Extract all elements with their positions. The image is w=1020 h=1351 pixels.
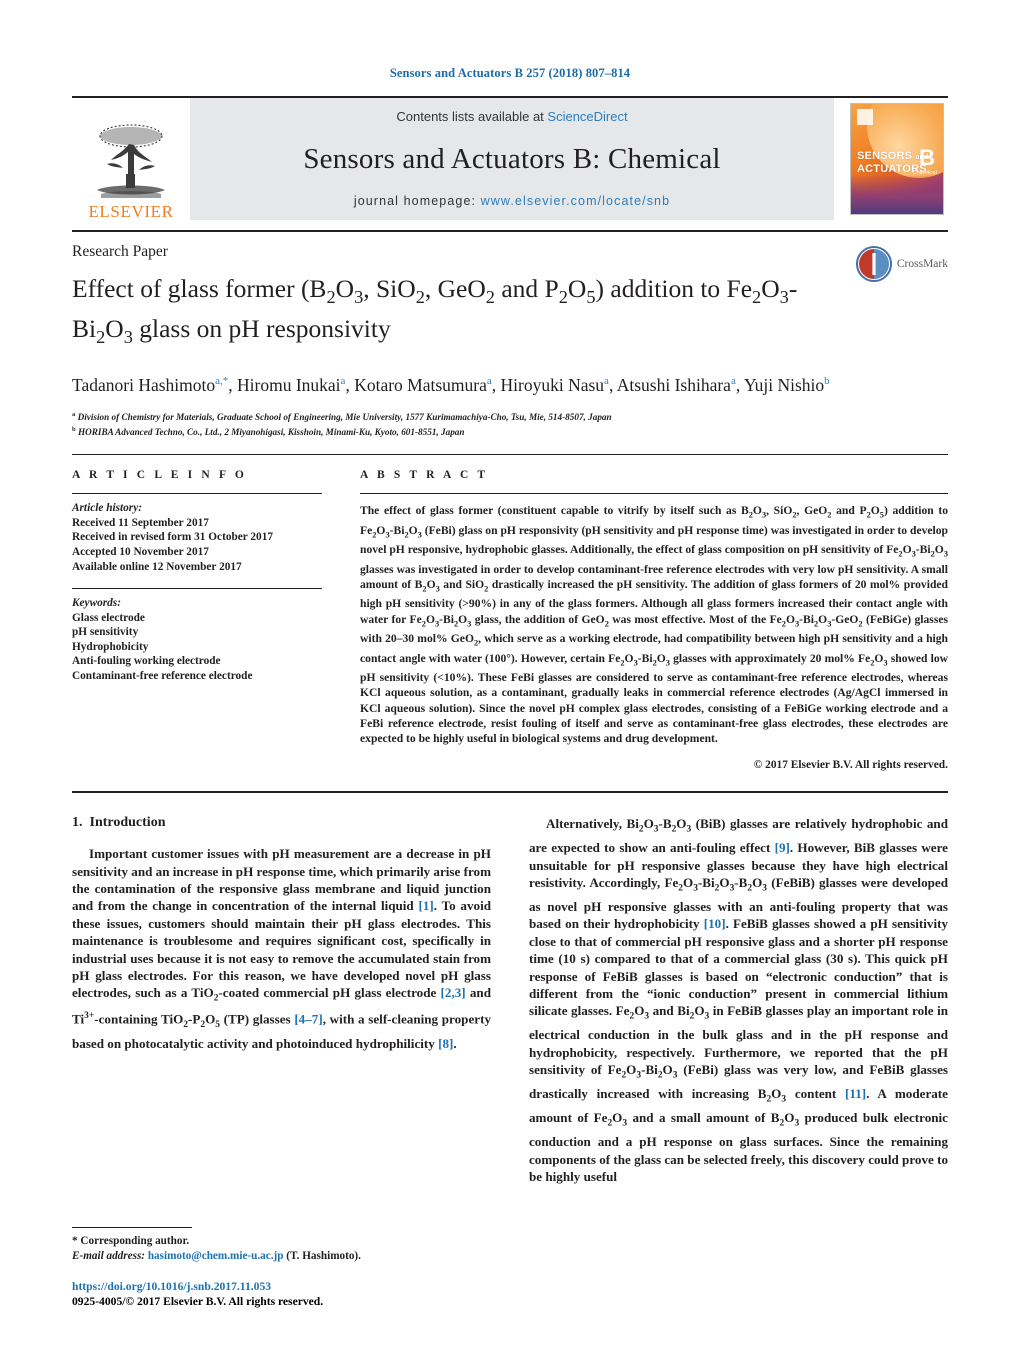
abstract-column: A B S T R A C T The effect of glass form… bbox=[360, 469, 948, 771]
journal-cover-image: SENSORS and ACTUATORS B Chemical bbox=[850, 103, 944, 215]
page-title: Effect of glass former (B2O3, SiO2, GeO2… bbox=[72, 274, 798, 348]
email-link[interactable]: hasimoto@chem.mie-u.ac.jp bbox=[148, 1250, 284, 1262]
footnote-text: * Corresponding author. E-mail address: … bbox=[72, 1234, 491, 1263]
intro-paragraph-2: Alternatively, Bi2O3-B2O3 (BiB) glasses … bbox=[529, 816, 949, 1185]
author-list: Tadanori Hashimotoa,*, Hiromu Inukaia, K… bbox=[72, 375, 830, 396]
affiliation-a-text: Division of Chemistry for Materials, Gra… bbox=[77, 412, 612, 423]
issn-copyright-line: 0925-4005/© 2017 Elsevier B.V. All right… bbox=[72, 1295, 324, 1308]
journal-homepage-line: journal homepage: www.elsevier.com/locat… bbox=[354, 194, 670, 208]
journal-title: Sensors and Actuators B: Chemical bbox=[303, 142, 721, 175]
journal-cover-thumbnail: SENSORS and ACTUATORS B Chemical bbox=[846, 98, 948, 220]
section-title: Introduction bbox=[89, 815, 166, 831]
body-separator-rule bbox=[72, 791, 948, 794]
section-number: 1. bbox=[72, 815, 83, 831]
corresponding-author-line: * Corresponding author. bbox=[72, 1235, 190, 1247]
article-header: CrossMark Research Paper Effect of glass… bbox=[72, 230, 948, 438]
keyword-4: Contaminant-free reference electrode bbox=[72, 670, 253, 683]
affiliation-list: a Division of Chemistry for Materials, G… bbox=[72, 409, 948, 438]
affiliation-b: b HORIBA Advanced Techno, Co., Ltd., 2 M… bbox=[72, 425, 465, 437]
article-history-block: Article history: Received 11 September 2… bbox=[72, 494, 322, 574]
contents-lists-line: Contents lists available at ScienceDirec… bbox=[396, 109, 627, 124]
email-line: E-mail address: hasimoto@chem.mie-u.ac.j… bbox=[72, 1249, 491, 1264]
info-abstract-band: A R T I C L E I N F O Article history: R… bbox=[72, 454, 948, 771]
footer-doi-block: https://doi.org/10.1016/j.snb.2017.11.05… bbox=[72, 1279, 323, 1309]
article-history-label: Article history: bbox=[72, 502, 142, 515]
homepage-prefix: journal homepage: bbox=[353, 194, 481, 208]
citation-9[interactable]: [9] bbox=[775, 840, 790, 855]
affiliation-a: a Division of Chemistry for Materials, G… bbox=[72, 411, 612, 423]
doi-link[interactable]: https://doi.org/10.1016/j.snb.2017.11.05… bbox=[72, 1279, 323, 1294]
history-item-0: Received 11 September 2017 bbox=[72, 516, 209, 529]
masthead-center: Contents lists available at ScienceDirec… bbox=[190, 98, 834, 220]
contents-prefix: Contents lists available at bbox=[396, 109, 548, 124]
crossmark-badge[interactable]: CrossMark bbox=[855, 246, 948, 282]
body-column-right: Alternatively, Bi2O3-B2O3 (BiB) glasses … bbox=[529, 815, 948, 1185]
keywords-label: Keywords: bbox=[72, 597, 121, 610]
citation-1[interactable]: [1] bbox=[418, 898, 433, 913]
keyword-0: Glass electrode bbox=[72, 611, 145, 624]
body-columns: 1. Introduction Important customer issues… bbox=[72, 815, 948, 1185]
abstract-text: The effect of glass former (constituent … bbox=[360, 504, 949, 745]
body-column-left: 1. Introduction Important customer issues… bbox=[72, 815, 491, 1185]
history-item-2: Accepted 10 November 2017 bbox=[72, 545, 209, 558]
article-info-heading: A R T I C L E I N F O bbox=[72, 469, 247, 482]
cover-elsevier-icon bbox=[857, 109, 873, 125]
citation-11[interactable]: [11] bbox=[845, 1086, 866, 1101]
cover-bottom-gradient bbox=[851, 176, 943, 214]
corresponding-author-footnote: * Corresponding author. E-mail address: … bbox=[72, 1227, 491, 1263]
crossmark-label: CrossMark bbox=[896, 258, 948, 270]
citation-4-7[interactable]: [4–7] bbox=[294, 1012, 322, 1027]
abstract-heading: A B S T R A C T bbox=[360, 469, 489, 482]
article-info-column: A R T I C L E I N F O Article history: R… bbox=[72, 469, 322, 771]
footnote-rule bbox=[72, 1227, 192, 1228]
paper-page: Sensors and Actuators B 257 (2018) 807–8… bbox=[0, 0, 1020, 1351]
section-heading-introduction: 1. Introduction bbox=[72, 815, 491, 831]
keywords-block: Keywords: Glass electrode pH sensitivity… bbox=[72, 589, 322, 684]
email-owner: (T. Hashimoto). bbox=[286, 1249, 361, 1262]
citation-8[interactable]: [8] bbox=[438, 1036, 453, 1051]
journal-masthead: ELSEVIER Contents lists available at Sci… bbox=[72, 96, 948, 220]
cover-series-sub: Chemical bbox=[912, 170, 937, 176]
history-item-3: Available online 12 November 2017 bbox=[72, 560, 242, 573]
citation-10[interactable]: [10] bbox=[704, 916, 726, 931]
email-label: E-mail address: bbox=[72, 1249, 146, 1262]
intro-paragraph-1: Important customer issues with pH measur… bbox=[72, 846, 491, 1051]
journal-homepage-link[interactable]: www.elsevier.com/locate/snb bbox=[481, 194, 671, 208]
crossmark-icon bbox=[855, 246, 892, 282]
keyword-1: pH sensitivity bbox=[72, 626, 139, 639]
elsevier-tree-icon bbox=[97, 124, 165, 198]
sciencedirect-link[interactable]: ScienceDirect bbox=[547, 109, 627, 124]
cover-series-letter: B bbox=[919, 145, 935, 170]
keyword-2: Hydrophobicity bbox=[72, 640, 149, 653]
cover-line1: SENSORS bbox=[857, 150, 913, 162]
affiliation-b-text: HORIBA Advanced Techno, Co., Ltd., 2 Miy… bbox=[77, 426, 465, 437]
article-type: Research Paper bbox=[72, 243, 168, 260]
keyword-3: Anti-fouling working electrode bbox=[72, 655, 221, 668]
running-head: Sensors and Actuators B 257 (2018) 807–8… bbox=[389, 66, 631, 80]
abstract-copyright: © 2017 Elsevier B.V. All rights reserved… bbox=[753, 759, 948, 772]
elsevier-wordmark: ELSEVIER bbox=[88, 202, 174, 221]
citation-2-3[interactable]: [2,3] bbox=[441, 985, 466, 1000]
elsevier-logo: ELSEVIER bbox=[72, 98, 190, 220]
history-item-1: Received in revised form 31 October 2017 bbox=[72, 531, 273, 544]
